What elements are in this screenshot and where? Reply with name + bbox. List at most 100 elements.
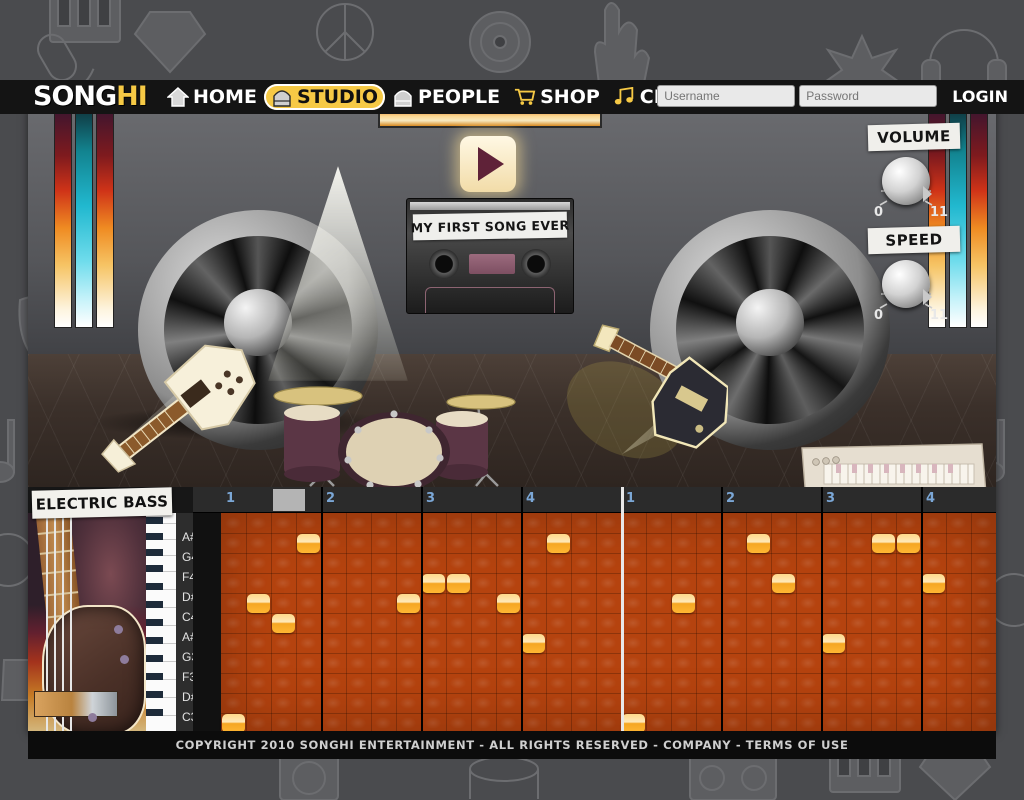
nav-label-shop: SHOP xyxy=(540,86,600,108)
note-name-f3: F3 xyxy=(182,670,193,684)
password-input[interactable] xyxy=(799,85,938,107)
grid-line-vertical xyxy=(946,513,947,731)
bar-number: 1 xyxy=(626,491,636,506)
grid-line-vertical xyxy=(371,513,372,731)
note-block[interactable] xyxy=(897,534,920,553)
footer-copyright-text[interactable]: COPYRIGHT 2010 SONGHI ENTERTAINMENT - AL… xyxy=(176,738,849,752)
grid-line-horizontal xyxy=(221,553,996,554)
song-title-label: MY FIRST SONG EVER xyxy=(410,211,570,241)
note-block[interactable] xyxy=(422,574,445,593)
nav-item-shop[interactable]: SHOP xyxy=(507,84,607,110)
note-block[interactable] xyxy=(922,574,945,593)
nav-item-home[interactable]: HOME xyxy=(160,84,264,110)
bar-number: 3 xyxy=(826,491,836,506)
mini-piano-keys[interactable] xyxy=(146,513,176,731)
volume-label: VOLUME xyxy=(867,122,961,152)
play-triangle-icon xyxy=(478,147,504,181)
grid-line-horizontal xyxy=(221,573,996,574)
volume-knob[interactable] xyxy=(882,157,932,205)
drum-kit[interactable] xyxy=(266,382,546,487)
playhead-line[interactable] xyxy=(621,487,624,731)
speed-max-value: 11 xyxy=(930,308,949,323)
note-block[interactable] xyxy=(247,594,270,613)
username-input[interactable] xyxy=(657,85,796,107)
note-block[interactable] xyxy=(447,574,470,593)
bar-divider xyxy=(421,487,423,731)
studio-app-frame: MY FIRST SONG EVER VOLUME 0 11 SPEED 0 1… xyxy=(28,106,996,731)
note-name-dsharp4: D#4 xyxy=(182,590,193,604)
instrument-panel: A#4 G4 F4 D#4 C4 A#4 G3 F3 D#3 C3 ELECTRIC BASS xyxy=(28,487,193,731)
note-block[interactable] xyxy=(772,574,795,593)
tape-player: MY FIRST SONG EVER xyxy=(378,106,602,356)
grid-line-vertical xyxy=(596,513,597,731)
nav-label-studio: STUDIO xyxy=(296,86,379,108)
cassette-tape: MY FIRST SONG EVER xyxy=(406,198,574,314)
note-block[interactable] xyxy=(672,594,695,613)
play-button[interactable] xyxy=(460,136,516,192)
timeline-ruler[interactable]: 1 2 3 4 1 2 3 4 xyxy=(193,487,996,513)
grid-line-vertical xyxy=(396,513,397,731)
note-block[interactable] xyxy=(497,594,520,613)
note-block[interactable] xyxy=(272,614,295,633)
people-amp-icon xyxy=(392,87,414,107)
speed-knob[interactable] xyxy=(882,260,932,308)
bar-divider xyxy=(521,487,523,731)
control-panel: VOLUME 0 11 SPEED 0 11 xyxy=(867,122,978,324)
nav-item-studio[interactable]: STUDIO xyxy=(263,84,386,110)
note-name-asharp4: A#4 xyxy=(182,530,193,544)
speed-min-value: 0 xyxy=(874,308,884,323)
volume-label-text: VOLUME xyxy=(877,127,951,147)
site-logo[interactable]: SONGHI xyxy=(33,80,148,114)
bar-number: 2 xyxy=(726,491,736,506)
grid-line-horizontal xyxy=(221,653,996,654)
note-grid[interactable] xyxy=(221,513,996,731)
note-name-f4: F4 xyxy=(182,570,193,584)
nav-label-home: HOME xyxy=(193,86,257,108)
playhead-handle[interactable] xyxy=(273,489,305,511)
logo-text-accent: HI xyxy=(116,81,148,112)
grid-line-horizontal xyxy=(221,593,996,594)
bar-divider xyxy=(721,487,723,731)
note-name-dsharp3: D#3 xyxy=(182,690,193,704)
bar-divider xyxy=(321,487,323,731)
grid-line-vertical xyxy=(846,513,847,731)
login-button[interactable]: LOGIN xyxy=(941,84,1019,108)
grid-line-vertical xyxy=(671,513,672,731)
note-block[interactable] xyxy=(522,634,545,653)
instrument-name-label: ELECTRIC BASS xyxy=(31,487,173,519)
grid-line-vertical xyxy=(496,513,497,731)
nav-item-people[interactable]: PEOPLE xyxy=(385,84,507,110)
volume-max-value: 11 xyxy=(930,205,949,220)
note-name-g4: G4 xyxy=(182,550,193,564)
note-name-c4: C4 xyxy=(182,610,193,624)
grid-line-vertical xyxy=(696,513,697,731)
instrument-image xyxy=(28,513,146,731)
instrument-name-text: ELECTRIC BASS xyxy=(35,492,169,514)
note-block[interactable] xyxy=(547,534,570,553)
grid-line-vertical xyxy=(771,513,772,731)
grid-line-horizontal xyxy=(221,633,996,634)
stage-keyboard[interactable] xyxy=(796,442,991,487)
house-icon xyxy=(166,87,190,107)
speed-label: SPEED xyxy=(867,225,961,255)
bar-divider xyxy=(821,487,823,731)
note-block[interactable] xyxy=(822,634,845,653)
note-block[interactable] xyxy=(397,594,420,613)
cassette-outline xyxy=(425,287,555,313)
bass-guitar-stage-right[interactable] xyxy=(548,324,730,487)
stage-scene: MY FIRST SONG EVER VOLUME 0 11 SPEED 0 1… xyxy=(28,106,996,487)
logo-text-primary: SONG xyxy=(33,81,117,112)
note-block[interactable] xyxy=(222,714,245,731)
note-block[interactable] xyxy=(872,534,895,553)
note-block[interactable] xyxy=(747,534,770,553)
speed-scale: 0 11 xyxy=(868,308,960,324)
note-block[interactable] xyxy=(297,534,320,553)
volume-scale: 0 11 xyxy=(868,205,960,221)
electric-guitar-stage-left[interactable] xyxy=(90,331,270,487)
main-menu: HOME STUDIO PEOPLE SHOP CHARTS xyxy=(160,80,732,114)
studio-amp-icon xyxy=(271,87,293,107)
grid-line-vertical xyxy=(471,513,472,731)
note-block[interactable] xyxy=(622,714,645,731)
note-name-asharp4: A#4 xyxy=(182,630,193,644)
page-root: SONGHI HOME STUDIO PEOPLE SHOP Username … xyxy=(0,0,1024,800)
